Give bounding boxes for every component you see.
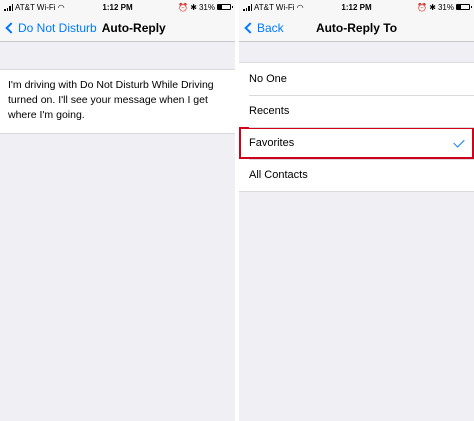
status-bar: AT&T Wi-Fi ◠ 1:12 PM ⏰ ✱ 31%: [0, 0, 235, 14]
auto-reply-message[interactable]: I'm driving with Do Not Disturb While Dr…: [0, 69, 235, 134]
back-button[interactable]: Do Not Disturb: [0, 21, 97, 35]
battery-percent: 31%: [198, 2, 215, 12]
battery-icon: [217, 4, 233, 10]
bluetooth-icon: ✱: [190, 2, 197, 12]
chevron-left-icon: [244, 21, 256, 34]
option-no-one[interactable]: No One: [239, 63, 474, 95]
alarm-icon: ⏰: [178, 2, 189, 12]
auto-reply-screen: AT&T Wi-Fi ◠ 1:12 PM ⏰ ✱ 31% Do Not Dist…: [0, 0, 235, 421]
back-label: Do Not Disturb: [18, 20, 97, 35]
carrier-label: AT&T Wi-Fi: [254, 2, 295, 12]
status-bar: AT&T Wi-Fi ◠ 1:12 PM ⏰ ✱ 31%: [239, 0, 474, 14]
nav-bar: Back Auto-Reply To: [239, 14, 474, 42]
signal-icon: [4, 3, 13, 11]
wifi-icon: ◠: [57, 2, 65, 12]
auto-reply-options-list: No One Recents Favorites All Contacts: [239, 62, 474, 192]
auto-reply-to-screen: AT&T Wi-Fi ◠ 1:12 PM ⏰ ✱ 31% Back Auto-R…: [239, 0, 474, 421]
option-label: Recents: [249, 105, 290, 117]
battery-percent: 31%: [437, 2, 454, 12]
option-label: Favorites: [249, 137, 295, 149]
wifi-icon: ◠: [296, 2, 304, 12]
back-label: Back: [257, 20, 284, 35]
carrier-label: AT&T Wi-Fi: [15, 2, 56, 12]
option-label: No One: [249, 73, 287, 85]
alarm-icon: ⏰: [417, 2, 428, 12]
option-label: All Contacts: [249, 169, 308, 181]
option-recents[interactable]: Recents: [239, 95, 474, 127]
bluetooth-icon: ✱: [429, 2, 436, 12]
signal-icon: [243, 3, 252, 11]
chevron-left-icon: [5, 21, 17, 34]
checkmark-icon: [453, 135, 465, 148]
option-favorites[interactable]: Favorites: [239, 127, 474, 159]
back-button[interactable]: Back: [239, 21, 284, 35]
option-all-contacts[interactable]: All Contacts: [239, 159, 474, 191]
page-title: Auto-Reply: [101, 20, 166, 35]
nav-bar: Do Not Disturb Auto-Reply: [0, 14, 235, 42]
battery-icon: [456, 4, 472, 10]
